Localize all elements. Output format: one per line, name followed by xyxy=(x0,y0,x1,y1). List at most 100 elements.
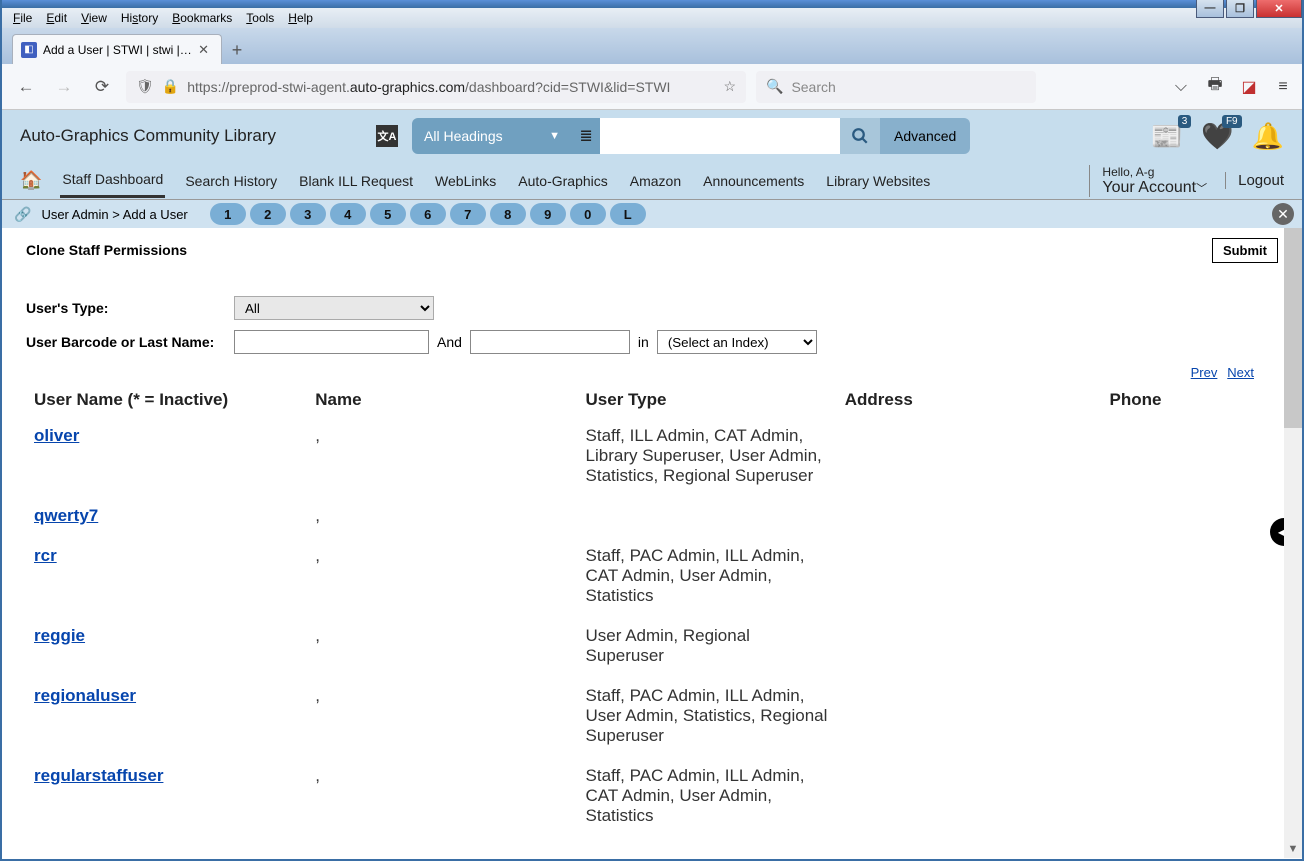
step-pill-4[interactable]: 4 xyxy=(330,203,366,225)
table-row: regionaluser,Staff, PAC Admin, ILL Admin… xyxy=(26,676,1278,756)
step-pill-6[interactable]: 6 xyxy=(410,203,446,225)
username-link[interactable]: reggie xyxy=(34,626,85,645)
lastname-input[interactable] xyxy=(470,330,630,354)
catalog-search-input[interactable] xyxy=(600,118,840,154)
step-pill-L[interactable]: L xyxy=(610,203,646,225)
extension-icon[interactable]: ◪ xyxy=(1240,78,1258,96)
username-link[interactable]: rcr xyxy=(34,546,57,565)
cell-phone xyxy=(1101,616,1278,676)
col-name: Name xyxy=(307,384,577,416)
news-badge: 3 xyxy=(1178,115,1192,128)
url-text: https://preprod-stwi-agent.auto-graphics… xyxy=(187,79,715,95)
bookmark-star-icon[interactable]: ☆ xyxy=(723,78,736,95)
nav-announcements[interactable]: Announcements xyxy=(701,165,806,197)
menu-file[interactable]: File xyxy=(6,9,39,27)
nav-search-history[interactable]: Search History xyxy=(183,165,279,197)
step-pill-2[interactable]: 2 xyxy=(250,203,286,225)
cell-usertype: Staff, PAC Admin, ILL Admin, CAT Admin, … xyxy=(578,536,837,616)
cell-phone xyxy=(1101,756,1278,836)
browser-menubar: File Edit View History Bookmarks Tools H… xyxy=(2,8,1302,28)
cell-phone xyxy=(1101,416,1278,496)
step-pill-9[interactable]: 9 xyxy=(530,203,566,225)
favorites-badge: F9 xyxy=(1222,115,1242,128)
nav-amazon[interactable]: Amazon xyxy=(628,165,683,197)
nav-reload-button[interactable]: ⟳ xyxy=(88,73,116,101)
nav-back-button[interactable]: ← xyxy=(12,73,40,101)
translate-icon[interactable]: 文A xyxy=(376,125,398,147)
hamburger-menu-icon[interactable]: ≡ xyxy=(1274,78,1292,96)
step-pill-7[interactable]: 7 xyxy=(450,203,486,225)
breadcrumb-row: 🔗 User Admin > Add a User 1234567890L ✕ xyxy=(2,200,1302,228)
col-usertype: User Type xyxy=(578,384,837,416)
close-panel-button[interactable]: ✕ xyxy=(1272,203,1294,225)
username-link[interactable]: regionaluser xyxy=(34,686,136,705)
browser-search-bar[interactable]: 🔍 Search xyxy=(756,71,1036,103)
news-icon[interactable]: 📰3 xyxy=(1151,121,1183,152)
favorites-icon[interactable]: 🖤F9 xyxy=(1201,121,1233,152)
nav-staff-dashboard[interactable]: Staff Dashboard xyxy=(60,163,165,198)
pocket-icon[interactable]: ⌵ xyxy=(1172,78,1190,96)
browser-tab[interactable]: ◧ Add a User | STWI | stwi | Auto-G ✕ xyxy=(12,34,222,64)
window-close-button[interactable]: ✕ xyxy=(1256,0,1302,18)
step-pill-5[interactable]: 5 xyxy=(370,203,406,225)
window-minimize-button[interactable]: — xyxy=(1196,0,1224,18)
catalog-search-button[interactable] xyxy=(840,118,880,154)
window-maximize-button[interactable]: ❐ xyxy=(1226,0,1254,18)
step-pill-1[interactable]: 1 xyxy=(210,203,246,225)
barcode-input[interactable] xyxy=(234,330,429,354)
menu-help[interactable]: Help xyxy=(281,9,320,27)
chevron-down-icon: ﹀ xyxy=(1196,183,1207,195)
menu-bookmarks[interactable]: Bookmarks xyxy=(165,9,239,27)
app-header: Auto-Graphics Community Library 文A All H… xyxy=(2,110,1302,162)
home-icon[interactable]: 🏠 xyxy=(20,170,42,191)
search-scope-select[interactable]: All Headings ▼ xyxy=(412,118,572,154)
users-type-select[interactable]: All xyxy=(234,296,434,320)
menu-history[interactable]: History xyxy=(114,9,165,27)
cell-phone xyxy=(1101,496,1278,536)
search-placeholder: Search xyxy=(791,79,835,95)
prev-link[interactable]: Prev xyxy=(1191,365,1218,380)
cell-name: , xyxy=(307,536,577,616)
vertical-scrollbar[interactable]: ▼ xyxy=(1284,228,1302,858)
menu-tools[interactable]: Tools xyxy=(239,9,281,27)
menu-view[interactable]: View xyxy=(74,9,114,27)
nav-weblinks[interactable]: WebLinks xyxy=(433,165,498,197)
notifications-icon[interactable]: 🔔 xyxy=(1252,121,1284,152)
chevron-down-icon: ▼ xyxy=(549,130,560,142)
print-icon[interactable]: 🖶 xyxy=(1206,78,1224,96)
search-icon: 🔍 xyxy=(766,78,783,95)
menu-edit[interactable]: Edit xyxy=(39,9,74,27)
username-link[interactable]: qwerty7 xyxy=(34,506,98,525)
nav-forward-button[interactable]: → xyxy=(50,73,78,101)
cell-address xyxy=(837,416,1102,496)
scrollbar-thumb[interactable] xyxy=(1284,228,1302,428)
tab-close-icon[interactable]: ✕ xyxy=(194,42,213,58)
nav-blank-ill-request[interactable]: Blank ILL Request xyxy=(297,165,415,197)
step-pill-8[interactable]: 8 xyxy=(490,203,526,225)
and-label: And xyxy=(437,334,462,350)
breadcrumb: User Admin > Add a User xyxy=(41,207,187,222)
index-select[interactable]: (Select an Index) xyxy=(657,330,817,354)
new-tab-button[interactable]: + xyxy=(222,36,252,64)
step-pill-3[interactable]: 3 xyxy=(290,203,326,225)
url-bar[interactable]: 🛡 🔒 https://preprod-stwi-agent.auto-grap… xyxy=(126,71,746,103)
advanced-search-button[interactable]: Advanced xyxy=(880,118,970,154)
content-area: Clone Staff Permissions Submit User's Ty… xyxy=(2,228,1302,858)
nav-library-websites[interactable]: Library Websites xyxy=(824,165,932,197)
username-link[interactable]: oliver xyxy=(34,426,79,445)
submit-button[interactable]: Submit xyxy=(1212,238,1278,263)
cell-name: , xyxy=(307,676,577,756)
table-row: qwerty7, xyxy=(26,496,1278,536)
logout-link[interactable]: Logout xyxy=(1225,172,1284,189)
username-link[interactable]: regularstaffuser xyxy=(34,766,163,785)
step-pill-0[interactable]: 0 xyxy=(570,203,606,225)
shield-icon: 🛡 xyxy=(136,78,154,95)
cell-name: , xyxy=(307,756,577,836)
col-phone: Phone xyxy=(1101,384,1278,416)
next-link[interactable]: Next xyxy=(1227,365,1254,380)
nav-auto-graphics[interactable]: Auto-Graphics xyxy=(516,165,609,197)
cell-usertype: Staff, PAC Admin, ILL Admin, CAT Admin, … xyxy=(578,756,837,836)
scrollbar-down-arrow-icon[interactable]: ▼ xyxy=(1284,840,1302,858)
account-menu[interactable]: Hello, A-g Your Account﹀ xyxy=(1089,165,1207,197)
database-icon[interactable]: ≣ xyxy=(572,118,600,154)
